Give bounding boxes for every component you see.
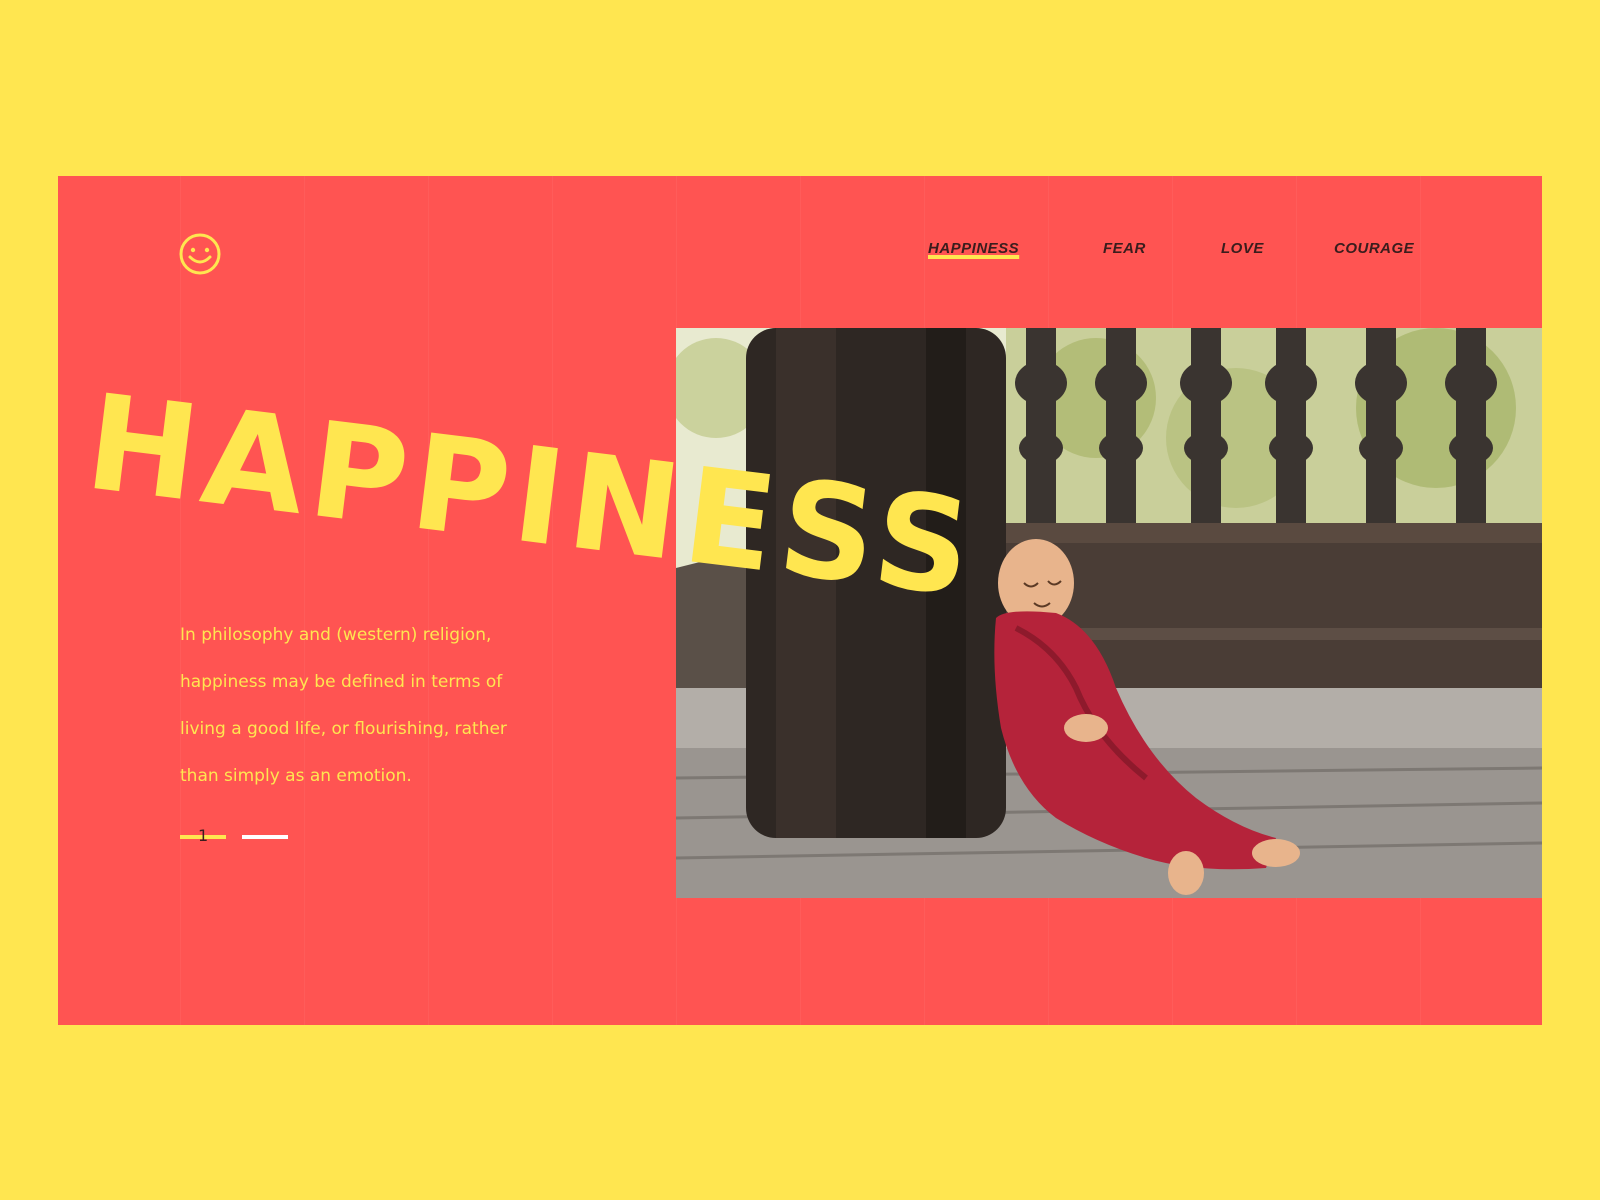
main-nav: HAPPINESS FEAR LOVE COURAGE xyxy=(58,240,1542,270)
page-background: HAPPINESS FEAR LOVE COURAGE HAPPINESS In… xyxy=(0,0,1600,1200)
description-line: happiness may be defined in terms of xyxy=(180,672,503,692)
nav-item-happiness[interactable]: HAPPINESS xyxy=(928,240,1019,257)
nav-item-love[interactable]: LOVE xyxy=(1221,240,1264,257)
hero-card: HAPPINESS FEAR LOVE COURAGE HAPPINESS In… xyxy=(58,176,1542,1025)
nav-item-courage[interactable]: COURAGE xyxy=(1334,240,1414,257)
description-line: In philosophy and (western) religion, xyxy=(180,625,492,645)
pager-dot-2[interactable] xyxy=(242,835,288,839)
nav-item-fear[interactable]: FEAR xyxy=(1103,240,1146,257)
description-line: living a good life, or flourishing, rath… xyxy=(180,719,507,739)
slide-pager: 1 xyxy=(180,826,310,846)
hero-description: In philosophy and (western) religion, ha… xyxy=(180,612,580,800)
pager-current-number: 1 xyxy=(198,826,209,845)
description-line: than simply as an emotion. xyxy=(180,766,412,786)
